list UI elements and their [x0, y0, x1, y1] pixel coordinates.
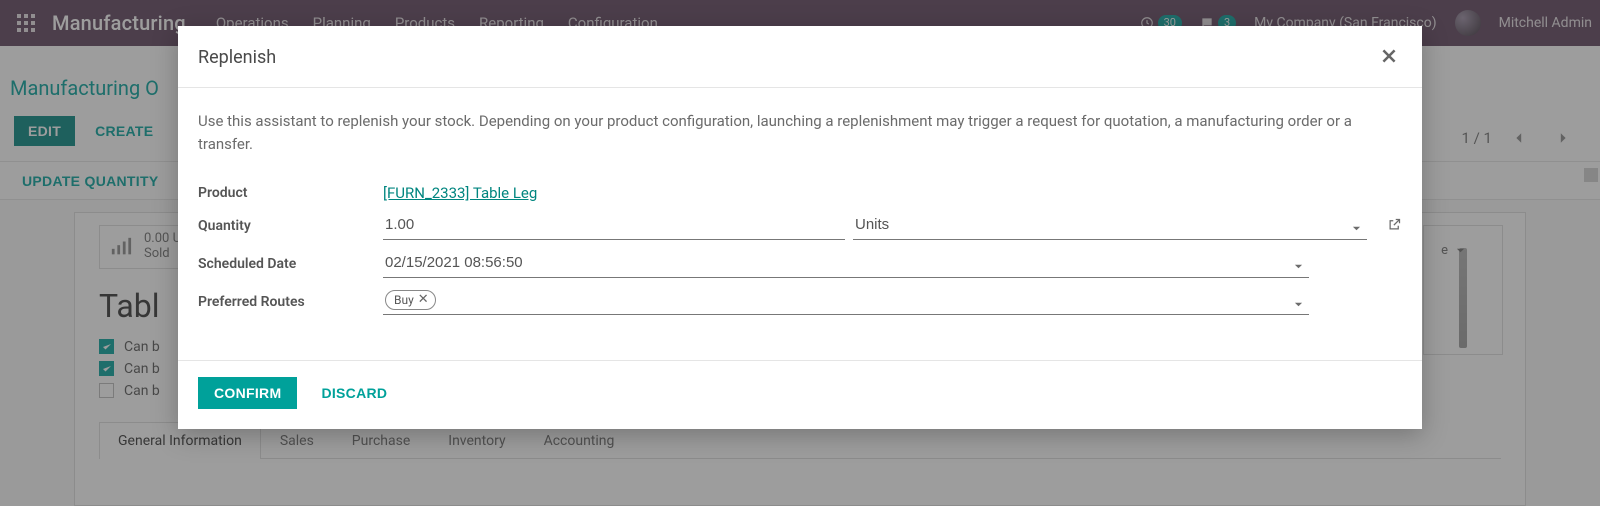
- discard-button[interactable]: DISCARD: [311, 377, 397, 409]
- confirm-button[interactable]: CONFIRM: [198, 377, 297, 409]
- row-quantity: Quantity: [198, 207, 1402, 245]
- modal-body: Use this assistant to replenish your sto…: [178, 88, 1422, 326]
- label-preferred-routes: Preferred Routes: [198, 294, 383, 310]
- tag-remove-icon[interactable]: ✕: [418, 291, 429, 309]
- label-product: Product: [198, 185, 383, 201]
- modal-footer: CONFIRM DISCARD: [178, 360, 1422, 429]
- label-scheduled-date: Scheduled Date: [198, 256, 383, 272]
- replenish-modal: Replenish Use this assistant to replenis…: [178, 26, 1422, 429]
- product-link[interactable]: [FURN_2333] Table Leg: [383, 184, 537, 202]
- modal-description: Use this assistant to replenish your sto…: [198, 110, 1402, 155]
- scheduled-date-input[interactable]: [383, 250, 1309, 278]
- row-product: Product [FURN_2333] Table Leg: [198, 179, 1402, 207]
- external-link-button[interactable]: [1387, 217, 1402, 236]
- uom-input[interactable]: [853, 212, 1367, 240]
- label-quantity: Quantity: [198, 218, 383, 234]
- route-tag-label: Buy: [394, 291, 414, 309]
- row-scheduled-date: Scheduled Date: [198, 245, 1402, 283]
- close-icon: [1382, 49, 1396, 63]
- routes-field[interactable]: Buy ✕: [383, 288, 1309, 315]
- route-tag-buy[interactable]: Buy ✕: [385, 290, 436, 310]
- quantity-input[interactable]: [383, 212, 845, 240]
- modal-close-button[interactable]: [1376, 44, 1402, 71]
- modal-header: Replenish: [178, 26, 1422, 88]
- row-preferred-routes: Preferred Routes Buy ✕: [198, 283, 1402, 320]
- modal-title: Replenish: [198, 47, 276, 68]
- routes-input[interactable]: [442, 292, 1307, 308]
- external-link-icon: [1387, 217, 1402, 232]
